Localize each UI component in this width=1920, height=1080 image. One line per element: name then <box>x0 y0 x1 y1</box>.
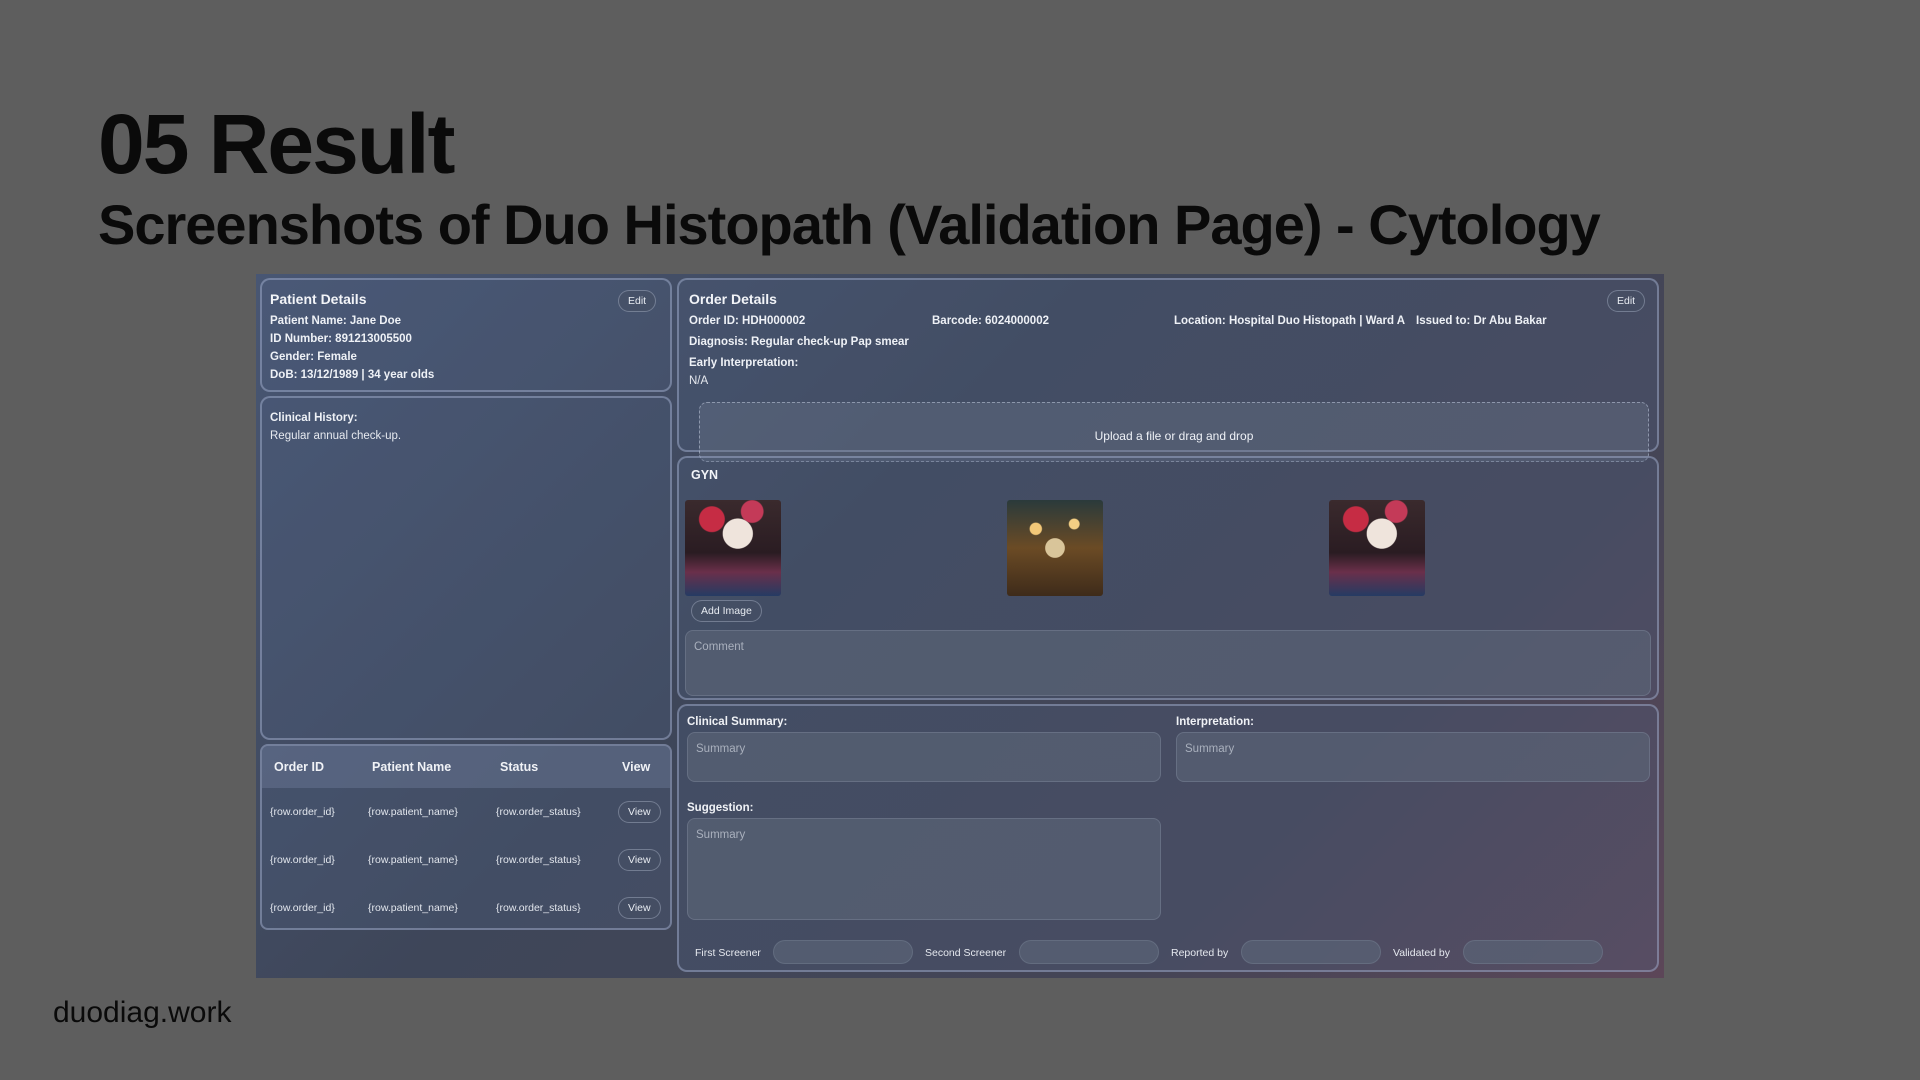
interpretation-placeholder: Summary <box>1185 743 1235 755</box>
gyn-image-3[interactable] <box>1329 500 1425 596</box>
suggestion-label: Suggestion: <box>687 802 754 814</box>
col-status: Status <box>500 760 539 774</box>
second-screener-input[interactable] <box>1019 940 1159 964</box>
patient-name: Patient Name: Jane Doe <box>270 315 402 327</box>
gyn-title: GYN <box>691 468 719 482</box>
suggestion-placeholder: Summary <box>696 829 746 841</box>
file-upload-dropzone[interactable]: Upload a file or drag and drop <box>699 402 1649 462</box>
col-view: View <box>622 760 651 774</box>
slide-subtitle: Screenshots of Duo Histopath (Validation… <box>98 193 1601 256</box>
summary-panel: Clinical Summary: Interpretation: Summar… <box>677 704 1659 972</box>
reported-by-label: Reported by <box>1171 947 1229 959</box>
reported-by-input[interactable] <box>1241 940 1381 964</box>
comment-placeholder: Comment <box>694 641 744 653</box>
comment-textarea[interactable]: Comment <box>685 630 1651 696</box>
col-order-id: Order ID <box>274 760 325 774</box>
validated-by-label: Validated by <box>1393 947 1451 959</box>
patient-id-number: ID Number: 891213005500 <box>270 333 412 345</box>
early-interpretation-value: N/A <box>689 375 709 387</box>
cell-order-id: {row.order_id} <box>270 854 335 866</box>
cell-order-id: {row.order_id} <box>270 902 335 914</box>
first-screener-input[interactable] <box>773 940 913 964</box>
clinical-summary-placeholder: Summary <box>696 743 746 755</box>
table-row: {row.order_id} {row.patient_name} {row.o… <box>262 788 670 836</box>
cell-status: {row.order_status} <box>496 854 581 866</box>
patient-gender: Gender: Female <box>270 351 357 363</box>
clinical-history-panel: Clinical History: Regular annual check-u… <box>260 396 672 740</box>
order-diagnosis: Diagnosis: Regular check-up Pap smear <box>689 336 909 348</box>
gyn-panel: GYN Add Image Comment <box>677 456 1659 700</box>
order-location: Location: Hospital Duo Histopath | Ward … <box>1174 315 1406 327</box>
row-view-button[interactable]: View <box>618 801 661 823</box>
order-details-panel: Order Details Edit Order ID: HDH000002 B… <box>677 278 1659 462</box>
validated-by-input[interactable] <box>1463 940 1603 964</box>
row-view-button[interactable]: View <box>618 897 661 919</box>
table-row: {row.order_id} {row.patient_name} {row.o… <box>262 884 670 928</box>
cell-patient-name: {row.patient_name} <box>368 902 458 914</box>
upload-text: Upload a file or drag and drop <box>1094 429 1254 443</box>
table-header: Order ID Patient Name Status View <box>262 746 670 788</box>
second-screener-label: Second Screener <box>925 947 1007 959</box>
cell-patient-name: {row.patient_name} <box>368 854 458 866</box>
row-view-button[interactable]: View <box>618 849 661 871</box>
order-details-title: Order Details <box>689 291 777 307</box>
clinical-history-label: Clinical History: <box>270 412 358 424</box>
cell-order-id: {row.order_id} <box>270 806 335 818</box>
cell-patient-name: {row.patient_name} <box>368 806 458 818</box>
table-row: {row.order_id} {row.patient_name} {row.o… <box>262 836 670 884</box>
patient-dob: DoB: 13/12/1989 | 34 year olds <box>270 369 435 381</box>
interpretation-textarea[interactable]: Summary <box>1176 732 1650 782</box>
slide-footer: duodiag.work <box>53 996 232 1029</box>
interpretation-label: Interpretation: <box>1176 716 1254 728</box>
patient-details-title: Patient Details <box>270 291 367 307</box>
early-interpretation-label: Early Interpretation: <box>689 357 799 369</box>
cell-status: {row.order_status} <box>496 806 581 818</box>
gyn-image-1[interactable] <box>685 500 781 596</box>
order-id: Order ID: HDH000002 <box>689 315 806 327</box>
cell-status: {row.order_status} <box>496 902 581 914</box>
patient-details-panel: Patient Details Edit Patient Name: Jane … <box>260 278 672 392</box>
clinical-history-text: Regular annual check-up. <box>270 430 402 442</box>
clinical-summary-textarea[interactable]: Summary <box>687 732 1161 782</box>
clinical-summary-label: Clinical Summary: <box>687 716 788 728</box>
order-issued-to: Issued to: Dr Abu Bakar <box>1416 315 1547 327</box>
col-patient-name: Patient Name <box>372 760 452 774</box>
suggestion-textarea[interactable]: Summary <box>687 818 1161 920</box>
gyn-image-2[interactable] <box>1007 500 1103 596</box>
first-screener-label: First Screener <box>695 947 761 959</box>
patient-edit-button[interactable]: Edit <box>618 290 657 312</box>
app-screenshot: Patient Details Edit Patient Name: Jane … <box>256 274 1664 978</box>
add-image-button[interactable]: Add Image <box>691 600 762 622</box>
orders-table: Order ID Patient Name Status View {row.o… <box>260 744 672 930</box>
order-barcode: Barcode: 6024000002 <box>932 315 1049 327</box>
order-edit-button[interactable]: Edit <box>1607 290 1646 312</box>
slide-title: 05 Result <box>98 97 455 191</box>
